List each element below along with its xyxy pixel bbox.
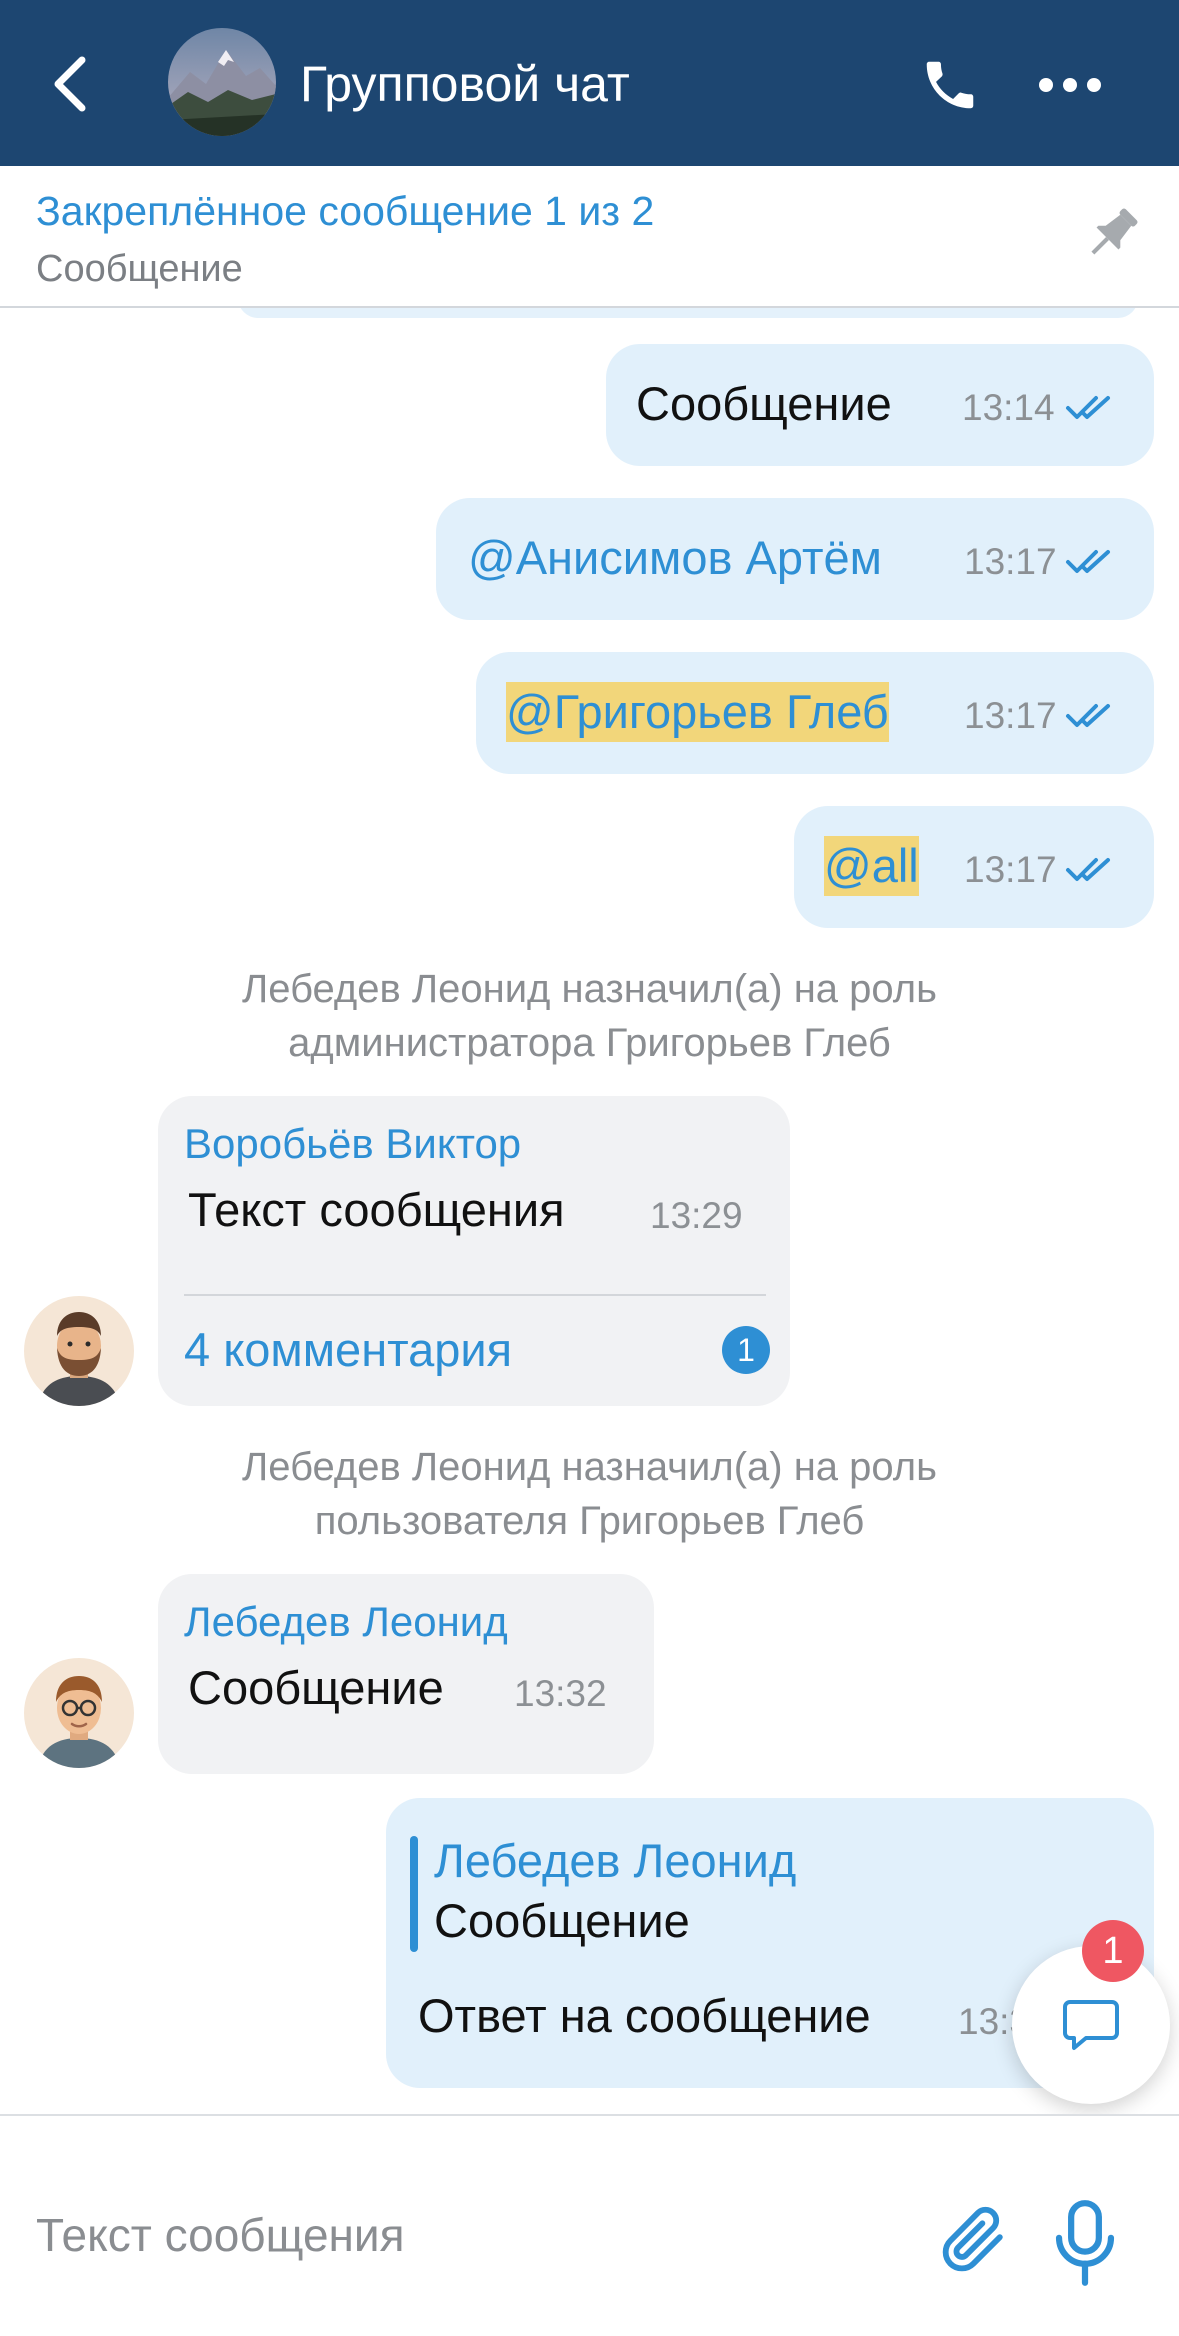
double-check-icon — [1066, 396, 1110, 419]
chat-bubble-icon — [1063, 2000, 1119, 2050]
message-text: Текст сообщения — [188, 1183, 565, 1236]
outgoing-message[interactable]: @Григорьев Глеб 13:17 — [476, 652, 1154, 774]
pin-icon[interactable] — [1082, 202, 1144, 264]
message-time: 13:17 — [964, 541, 1057, 582]
double-check-icon — [1066, 704, 1110, 727]
avatar[interactable] — [24, 1658, 134, 1768]
sender-name[interactable]: Лебедев Леонид — [184, 1596, 508, 1648]
more-horizontal-icon — [1039, 78, 1053, 92]
message-input[interactable] — [36, 2200, 896, 2270]
outgoing-message[interactable]: @all 13:17 — [794, 806, 1154, 928]
chevron-left-icon — [54, 56, 86, 112]
pinned-text: Сообщение — [36, 248, 243, 290]
double-check-icon — [1066, 858, 1110, 881]
message-time: 13:32 — [514, 1673, 607, 1714]
outgoing-message[interactable]: @Анисимов Артём 13:17 — [436, 498, 1154, 620]
paperclip-icon[interactable] — [935, 2200, 1013, 2284]
group-avatar[interactable] — [168, 28, 276, 136]
pinned-message-bar[interactable]: Закреплённое сообщение 1 из 2 Сообщение — [0, 166, 1179, 308]
message-input-bar — [0, 2114, 1179, 2336]
incoming-message[interactable]: Воробьёв Виктор Текст сообщения 13:29 4 … — [158, 1096, 790, 1406]
incoming-message[interactable]: Лебедев Леонид Сообщение 13:32 — [158, 1574, 654, 1774]
outgoing-message[interactable]: Сообщение 13:14 — [606, 344, 1154, 466]
message-text: Ответ на сообщение — [418, 1989, 871, 2042]
system-message-line: администратора Григорьев Глеб — [288, 1021, 891, 1065]
system-message: Лебедев Леонид назначил(а) на роль админ… — [0, 962, 1179, 1070]
message-text: Сообщение — [636, 377, 892, 430]
message-text: Сообщение — [188, 1661, 444, 1714]
system-message-line: Лебедев Леонид назначил(а) на роль — [242, 967, 937, 1011]
message-time: 13:17 — [964, 695, 1057, 736]
unread-comments-badge: 1 — [722, 1326, 770, 1374]
message-time: 13:29 — [650, 1195, 743, 1236]
avatar[interactable] — [24, 1296, 134, 1406]
sender-name[interactable]: Воробьёв Виктор — [184, 1118, 521, 1170]
fab-unread-badge: 1 — [1082, 1920, 1144, 1982]
phone-icon — [926, 61, 974, 109]
call-button[interactable] — [915, 50, 985, 120]
chat-screen: Групповой чат Закреплённое сообщение 1 и… — [0, 0, 1179, 2336]
pinned-title: Закреплённое сообщение 1 из 2 — [36, 188, 655, 234]
system-message-line: Лебедев Леонид назначил(а) на роль — [242, 1445, 937, 1489]
mention-text[interactable]: @Анисимов Артём — [468, 528, 882, 588]
double-check-icon — [1066, 550, 1110, 573]
back-button[interactable] — [40, 44, 100, 124]
mention-text[interactable]: @all — [824, 836, 919, 896]
message-feed[interactable]: Сообщение 13:14 @Анисимов Артём 13:17 @Г… — [0, 308, 1179, 2114]
system-message: Лебедев Леонид назначил(а) на роль польз… — [0, 1440, 1179, 1548]
quoted-text: Сообщение — [434, 1894, 690, 1947]
chat-title[interactable]: Групповой чат — [300, 52, 630, 116]
more-options-button[interactable] — [1030, 50, 1110, 120]
mention-text[interactable]: @Григорьев Глеб — [506, 682, 889, 742]
system-message-line: пользователя Григорьев Глеб — [314, 1499, 865, 1543]
message-time: 13:14 — [962, 387, 1055, 428]
quoted-sender[interactable]: Лебедев Леонид — [434, 1832, 796, 1890]
chat-header: Групповой чат — [0, 0, 1179, 166]
microphone-icon[interactable] — [1050, 2198, 1120, 2288]
comments-link[interactable]: 4 комментария — [184, 1320, 512, 1380]
divider — [184, 1294, 766, 1296]
quote-bar — [410, 1836, 418, 1952]
message-bubble-partial — [238, 308, 1138, 318]
message-time: 13:17 — [964, 849, 1057, 890]
